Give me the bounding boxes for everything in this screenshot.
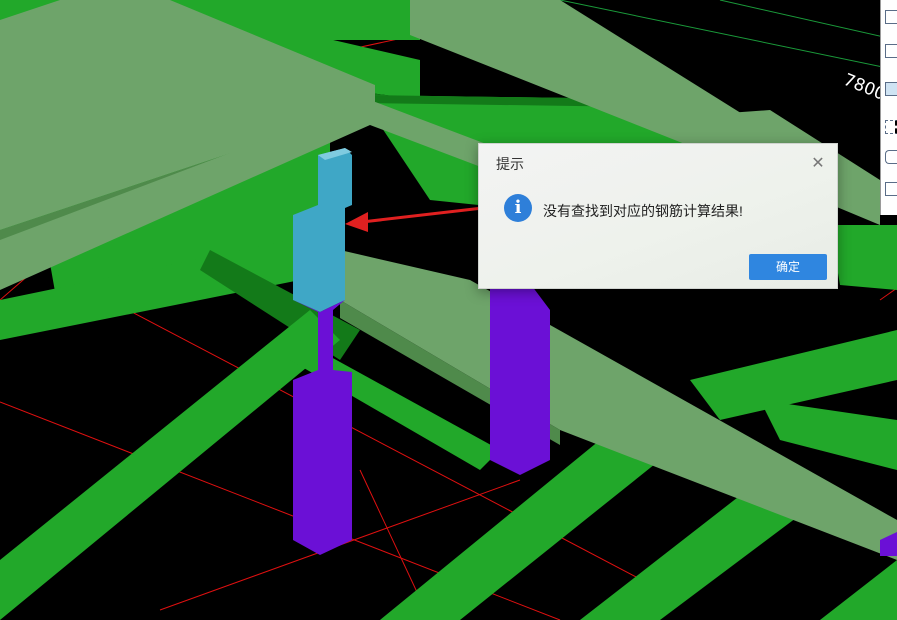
view-toolbar [880,0,897,215]
select-box-icon[interactable] [885,120,897,134]
ok-button[interactable]: 确定 [749,254,827,280]
close-icon[interactable]: ✕ [809,154,827,172]
box-icon[interactable] [885,44,897,58]
list-icon[interactable] [885,182,897,196]
info-icon: i [504,194,532,222]
dialog-title: 提示 [496,156,524,172]
cube-icon[interactable] [885,82,897,96]
rotate-view-icon[interactable] [885,150,897,164]
message-dialog: 提示 ✕ i 没有查找到对应的钢筋计算结果! 确定 [478,143,838,289]
dialog-message: 没有查找到对应的钢筋计算结果! [543,203,743,219]
2d-view-icon[interactable] [885,10,897,24]
3d-model-viewport[interactable] [0,0,897,620]
